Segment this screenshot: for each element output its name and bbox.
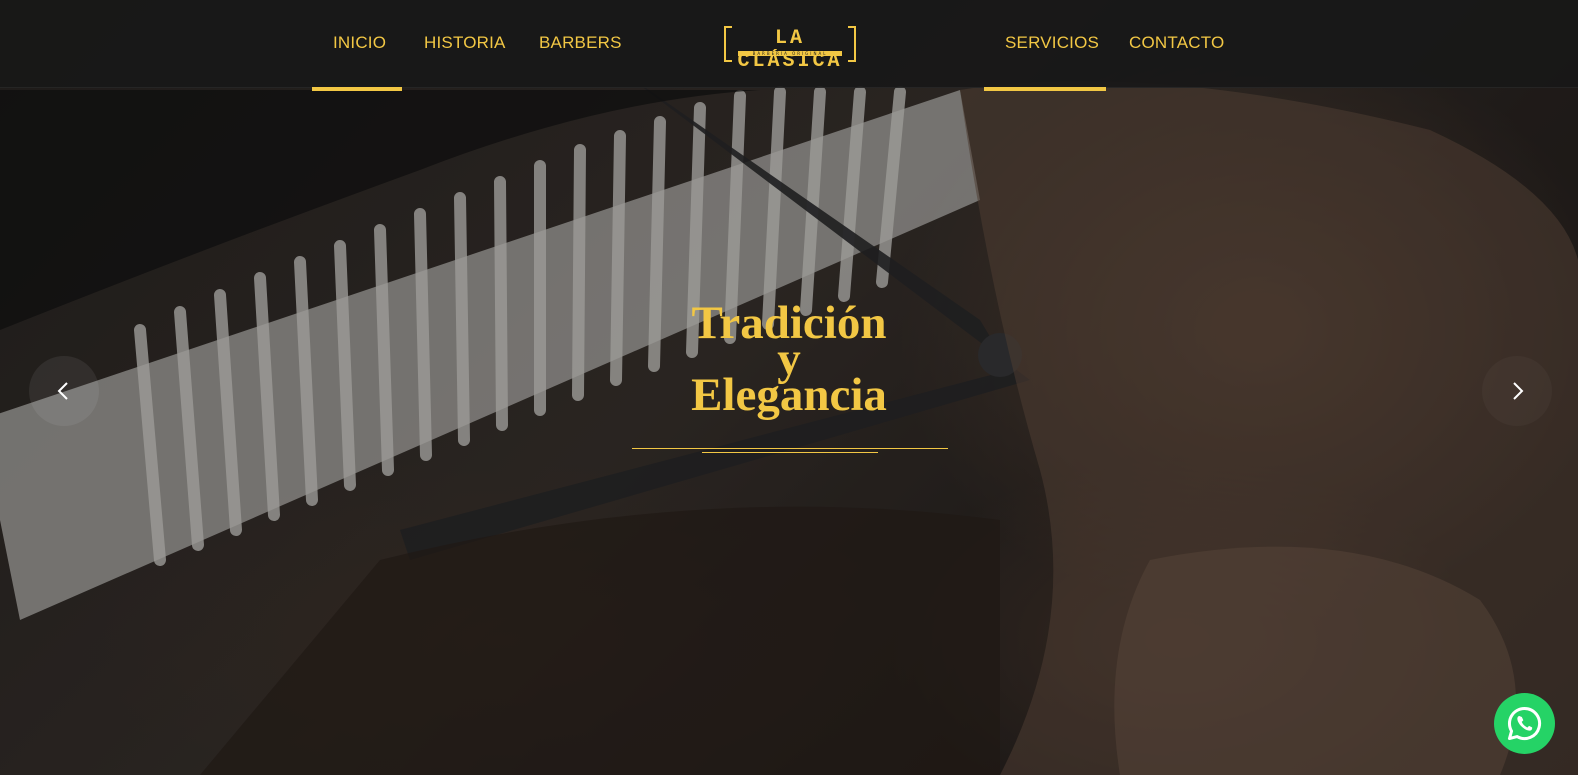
top-navigation-bar: INICIO HISTORIA BARBERS LA CLÁSICA BARBE… (0, 0, 1578, 91)
hero-divider-short (702, 452, 878, 453)
hero-title-line-3: Elegancia (691, 369, 887, 421)
whatsapp-chat-button[interactable] (1494, 693, 1555, 754)
nav-item-contacto[interactable]: CONTACTO (1129, 0, 1224, 88)
carousel-next-button[interactable] (1482, 356, 1552, 426)
nav-item-historia[interactable]: HISTORIA (424, 0, 505, 88)
whatsapp-icon (1507, 706, 1542, 741)
site-logo[interactable]: LA CLÁSICA BARBERIA ORIGINAL (724, 26, 856, 73)
chevron-left-icon (57, 382, 68, 400)
hero-divider-long (632, 448, 948, 449)
nav-item-inicio[interactable]: INICIO (312, 0, 402, 91)
logo-bracket-left (724, 26, 732, 62)
logo-subtitle: BARBERIA ORIGINAL (738, 51, 842, 56)
logo-bracket-right (848, 26, 856, 62)
carousel-prev-button[interactable] (29, 356, 99, 426)
chevron-right-icon (1513, 382, 1524, 400)
hero-title: Tradición y Elegancia (600, 300, 978, 421)
nav-item-barbers[interactable]: BARBERS (539, 0, 621, 88)
nav-item-servicios[interactable]: SERVICIOS (984, 0, 1106, 91)
logo-text: LA CLÁSICA (737, 27, 843, 73)
